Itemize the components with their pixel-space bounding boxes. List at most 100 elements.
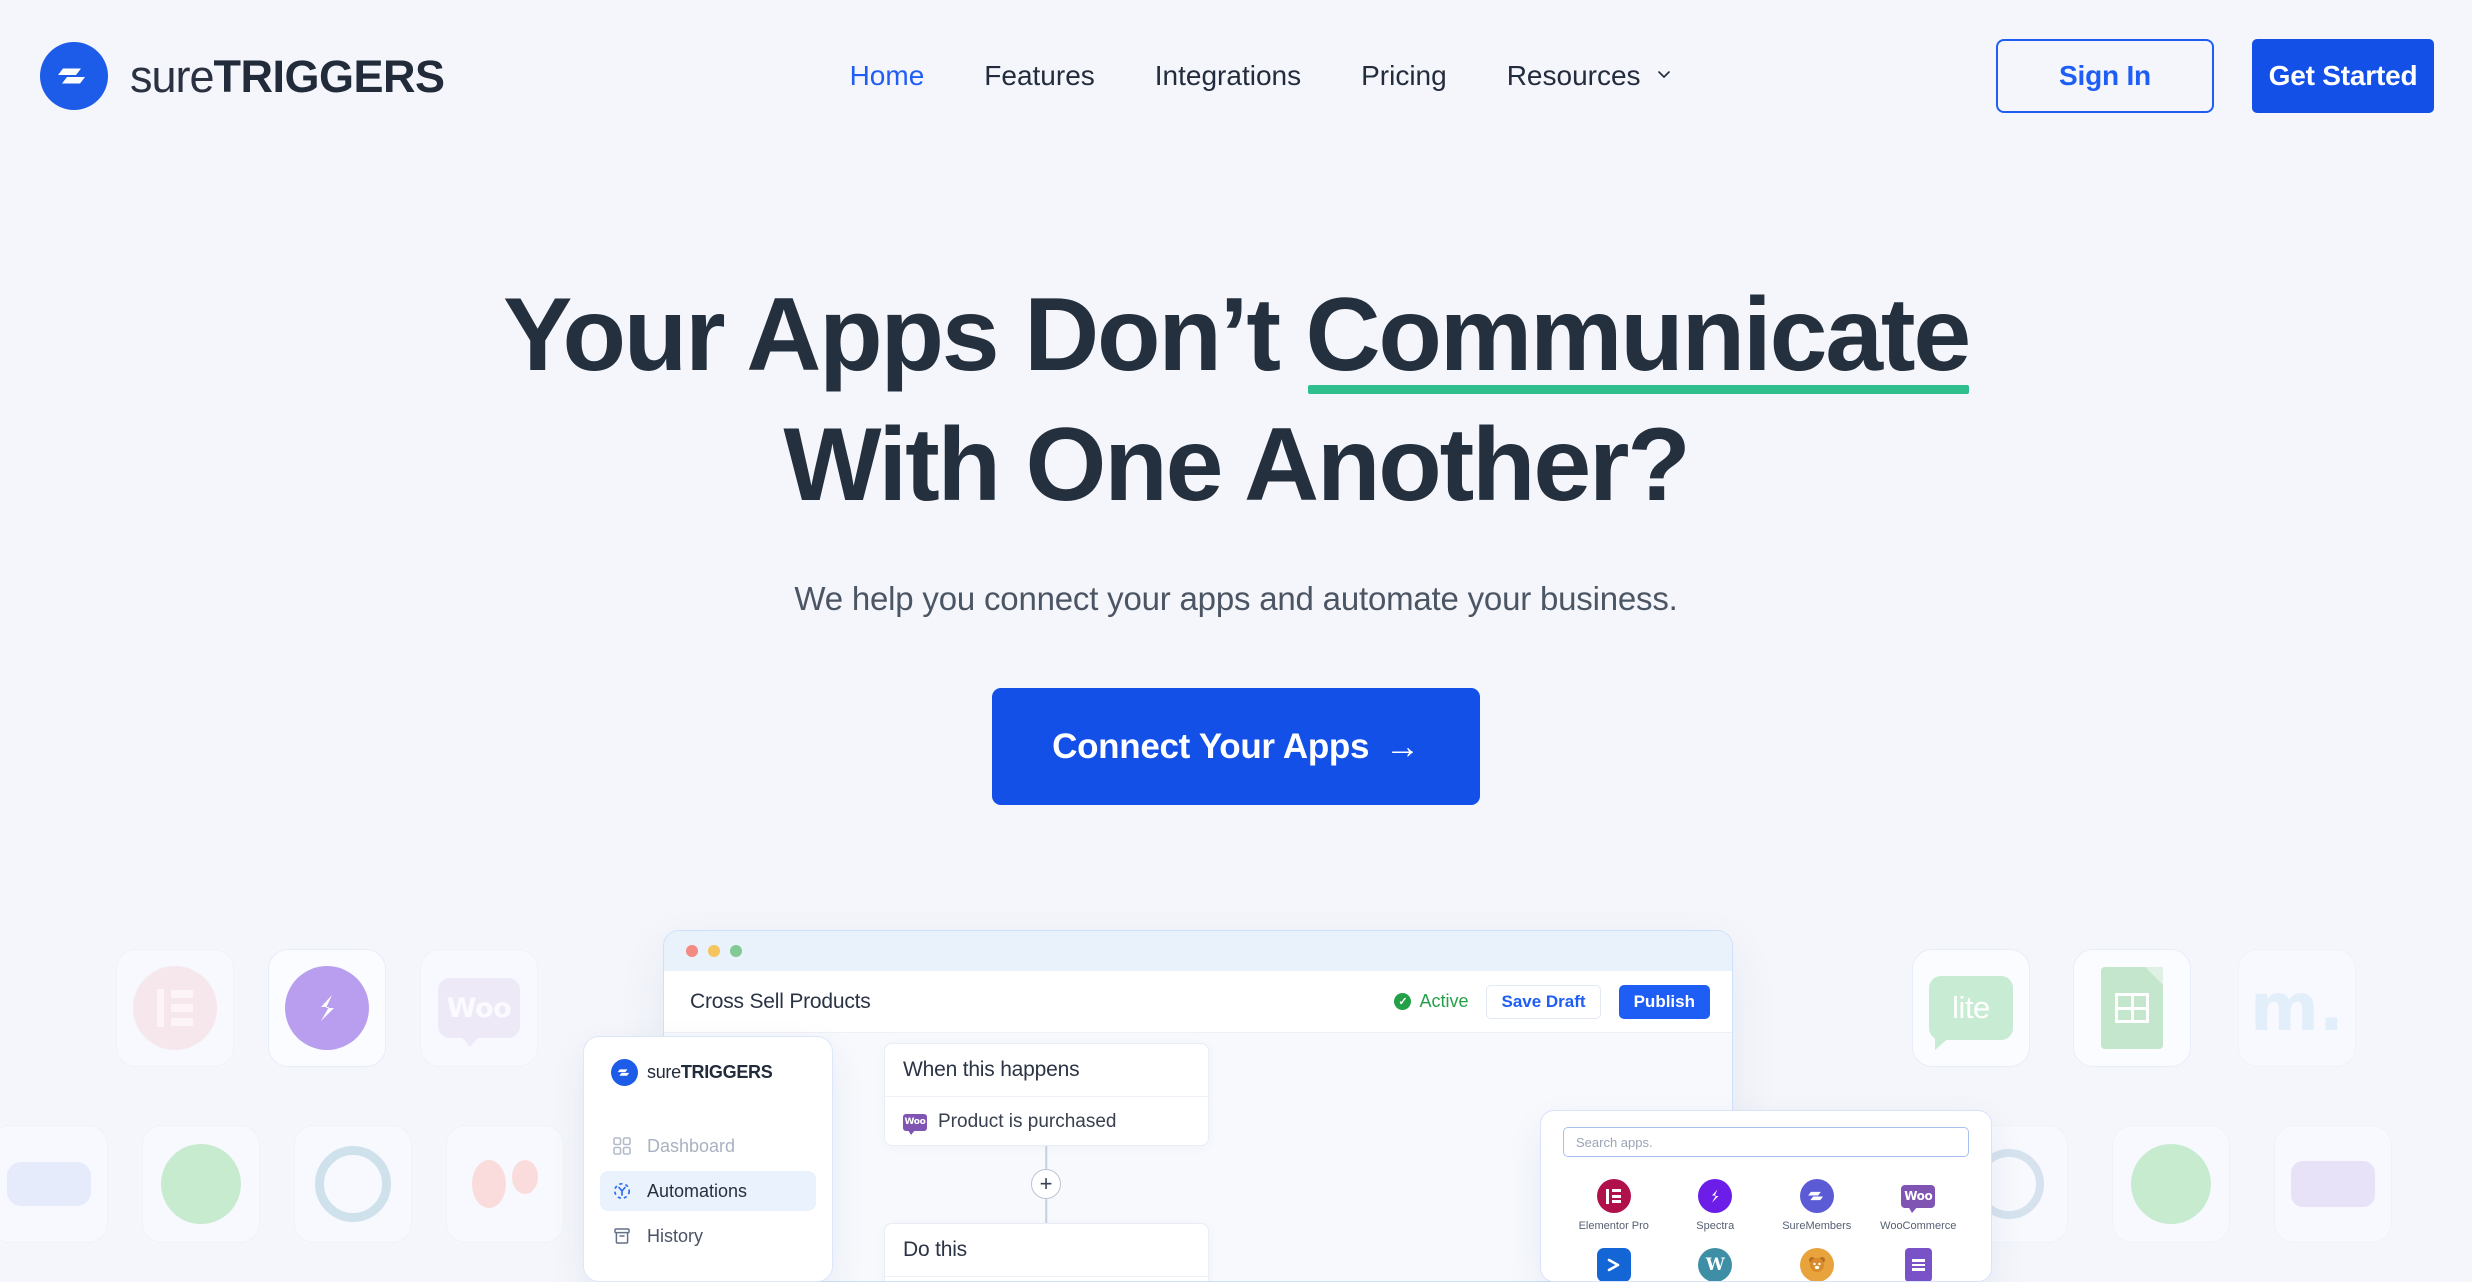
- sidebar-wordmark: sureTRIGGERS: [647, 1062, 773, 1083]
- floating-app-tile-ghost-4: [446, 1125, 564, 1243]
- ghost-icon: [315, 1146, 391, 1222]
- ghost-icon: [2131, 1144, 2211, 1224]
- app-item-elementor-pro[interactable]: Elementor Pro: [1563, 1179, 1665, 1232]
- flow-connector-bottom: [1045, 1199, 1047, 1223]
- woocommerce-icon: Woo: [1901, 1179, 1936, 1213]
- nav-label: Resources: [1506, 60, 1641, 91]
- automation-title: Cross Sell Products: [690, 989, 871, 1013]
- site-header: sureTRIGGERS Home Features Integrations …: [0, 0, 2472, 152]
- hero-cta-wrap: Connect Your Apps →: [0, 688, 2472, 805]
- nav-item-features[interactable]: Features: [984, 60, 1095, 92]
- app-label: Spectra: [1696, 1220, 1735, 1232]
- floating-app-tile-woocommerce: Woo: [420, 949, 538, 1067]
- chevron-down-icon: [1655, 65, 1673, 83]
- nav-item-integrations[interactable]: Integrations: [1155, 60, 1301, 92]
- trigger-item-label: Product is purchased: [938, 1111, 1117, 1132]
- ghost-icon: [472, 1160, 538, 1208]
- ghost-icon: [2291, 1161, 2375, 1207]
- suretriggers-logo-icon: [40, 42, 108, 110]
- automations-icon: [611, 1180, 633, 1202]
- floating-app-tile-mailchimp: m.: [2238, 949, 2356, 1067]
- window-close-dot[interactable]: [686, 945, 698, 957]
- app-item-spectra[interactable]: Spectra: [1665, 1179, 1767, 1232]
- hero-title-highlight: Communicate: [1306, 270, 1971, 400]
- buddyboss-icon: [1799, 1248, 1834, 1281]
- brand-bold: TRIGGERS: [213, 50, 446, 102]
- status-label: Active: [1419, 991, 1469, 1011]
- trigger-card[interactable]: When this happens Woo Product is purchas…: [884, 1043, 1209, 1146]
- sidebar-item-automations[interactable]: Automations: [600, 1171, 816, 1211]
- app-item-google-forms[interactable]: Google Forms: [1868, 1248, 1970, 1281]
- sidebar-brand: sureTRIGGERS: [600, 1059, 816, 1086]
- spectra-icon: [285, 966, 369, 1050]
- floating-app-tile-ghost-2: [142, 1125, 260, 1243]
- woocommerce-icon: Woo: [903, 1113, 927, 1135]
- publish-button[interactable]: Publish: [1618, 984, 1710, 1019]
- floating-app-tile-elementor: [116, 949, 234, 1067]
- nav-label: Features: [984, 60, 1095, 91]
- sign-in-button[interactable]: Sign In: [1996, 39, 2214, 113]
- nav-item-pricing[interactable]: Pricing: [1361, 60, 1447, 92]
- floating-app-tile-spectra: [268, 949, 386, 1067]
- get-started-button[interactable]: Get Started: [2252, 39, 2434, 113]
- builder-toolbar-actions: ✓ Active Save Draft Publish: [1394, 984, 1710, 1019]
- sidebar-brand-thin: sure: [647, 1062, 681, 1082]
- action-row[interactable]: [885, 1277, 1208, 1281]
- sidebar-nav: Dashboard Automations History: [600, 1126, 816, 1256]
- flow-connector-top: [1045, 1146, 1047, 1169]
- app-label: Elementor Pro: [1578, 1220, 1649, 1232]
- sidebar-item-label: Automations: [647, 1180, 748, 1201]
- floating-app-tile-ghost-6: [2112, 1125, 2230, 1243]
- sidebar-item-history[interactable]: History: [600, 1216, 816, 1256]
- header-actions: Sign In Get Started: [1996, 39, 2434, 113]
- nav-label: Home: [849, 60, 925, 91]
- trigger-row[interactable]: Woo Product is purchased: [885, 1097, 1208, 1147]
- hero-title-pre: Your Apps Don’t: [503, 277, 1306, 393]
- archive-icon: [611, 1225, 633, 1247]
- app-picker-panel: Search apps. Elementor Pro Spectra SureM…: [1540, 1110, 1992, 1282]
- elementor-icon: [1596, 1179, 1631, 1213]
- nav-item-home[interactable]: Home: [850, 60, 925, 92]
- app-item-suremembers[interactable]: SureMembers: [1766, 1179, 1868, 1232]
- cta-label: Connect Your Apps: [1052, 726, 1370, 766]
- floating-app-tile-google-sheets: [2073, 949, 2191, 1067]
- brand-logo[interactable]: sureTRIGGERS: [40, 42, 445, 110]
- search-apps-input[interactable]: Search apps.: [1563, 1127, 1969, 1157]
- floating-app-tile-ghost-3: [294, 1125, 412, 1243]
- app-item-woocommerce[interactable]: Woo WooCommerce: [1868, 1179, 1970, 1232]
- window-titlebar: [664, 931, 1732, 971]
- add-step-button[interactable]: +: [1031, 1169, 1061, 1199]
- window-minimize-dot[interactable]: [708, 945, 720, 957]
- app-item-activecampaign[interactable]: ActiveCampaign: [1563, 1248, 1665, 1281]
- connect-your-apps-button[interactable]: Connect Your Apps →: [992, 688, 1480, 805]
- wordpress-icon: W: [1698, 1248, 1733, 1281]
- floating-app-tile-ghost-7: [2274, 1125, 2392, 1243]
- arrow-right-icon: →: [1385, 726, 1420, 766]
- nav-label: Pricing: [1361, 60, 1447, 91]
- app-item-buddyboss[interactable]: BuddyBoss: [1766, 1248, 1868, 1281]
- action-card[interactable]: Do this: [884, 1223, 1209, 1281]
- ghost-icon: [7, 1162, 91, 1206]
- mailchimp-icon: m.: [2250, 969, 2344, 1046]
- window-maximize-dot[interactable]: [730, 945, 742, 957]
- brand-wordmark: sureTRIGGERS: [130, 54, 445, 99]
- trigger-heading: When this happens: [903, 1058, 1080, 1081]
- action-heading: Do this: [903, 1238, 967, 1261]
- mailerlite-icon: lite: [1929, 976, 2013, 1050]
- landing-page: sureTRIGGERS Home Features Integrations …: [0, 0, 2472, 1282]
- save-draft-button[interactable]: Save Draft: [1486, 984, 1601, 1019]
- google-sheets-icon: [2101, 967, 2163, 1049]
- mailerlite-label: lite: [1952, 990, 1990, 1025]
- nav-label: Integrations: [1154, 60, 1302, 91]
- ghost-icon: [161, 1144, 241, 1224]
- google-forms-icon: [1904, 1248, 1932, 1281]
- sidebar-item-label: Dashboard: [647, 1135, 736, 1156]
- builder-toolbar: Cross Sell Products ✓ Active Save Draft …: [664, 971, 1732, 1033]
- app-item-wordpress[interactable]: W WordPress: [1665, 1248, 1767, 1281]
- woocommerce-icon: Woo: [438, 978, 520, 1047]
- nav-item-resources[interactable]: Resources: [1507, 60, 1673, 92]
- floating-app-tile-ghost-1: [0, 1125, 108, 1243]
- app-label: SureMembers: [1782, 1220, 1852, 1232]
- sidebar-item-dashboard[interactable]: Dashboard: [600, 1126, 816, 1166]
- elementor-icon: [133, 966, 217, 1050]
